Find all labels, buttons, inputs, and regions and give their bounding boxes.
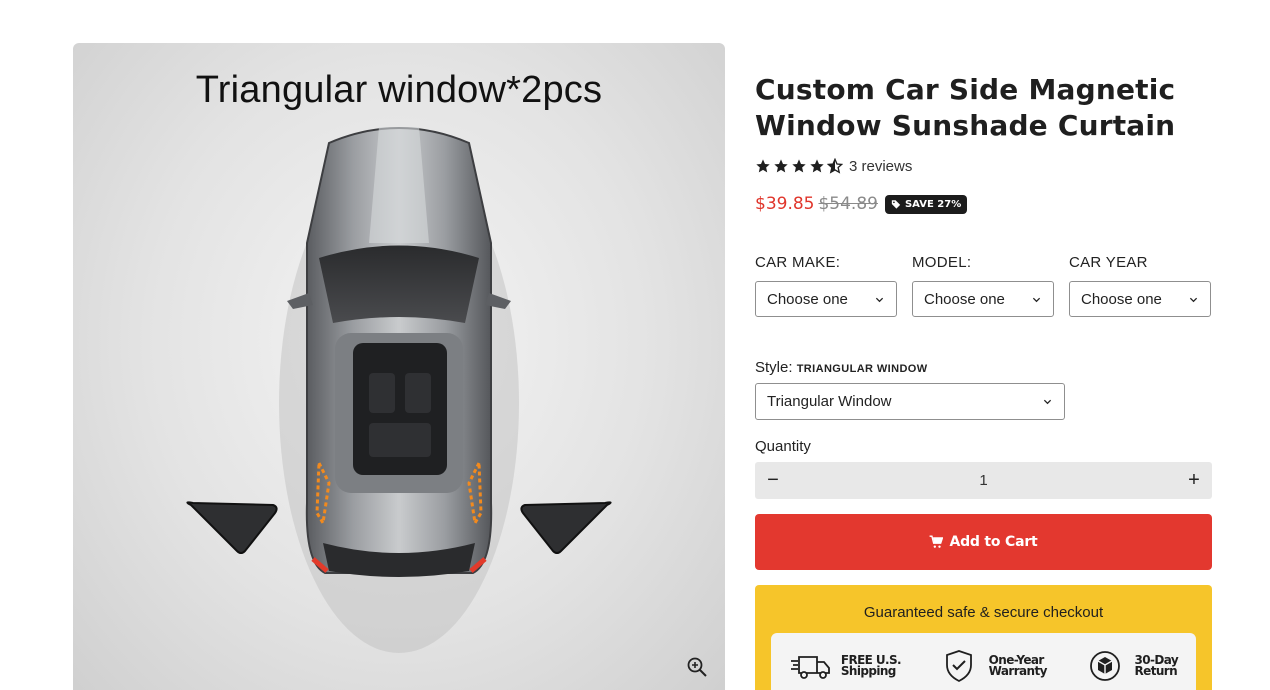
car-make-select[interactable]: Choose one xyxy=(755,281,897,317)
tag-icon xyxy=(891,200,901,209)
product-title: Custom Car Side Magnetic Window Sunshade… xyxy=(755,72,1212,144)
truck-icon xyxy=(790,656,830,679)
product-info: Custom Car Side Magnetic Window Sunshade… xyxy=(755,72,1212,690)
car-make-label: CAR MAKE: xyxy=(755,254,841,271)
secure-checkout-box: Guaranteed safe & secure checkout FREE U… xyxy=(755,585,1212,690)
star-full-icon xyxy=(792,159,806,173)
style-label-text: Style: xyxy=(755,359,793,376)
badge-line2: Return xyxy=(1134,664,1178,678)
quantity-decrease-button[interactable]: − xyxy=(755,462,791,499)
chevron-down-icon xyxy=(1032,297,1041,303)
warranty-text: One-Year Warranty xyxy=(988,654,1048,678)
star-half-icon xyxy=(827,158,843,174)
chevron-down-icon xyxy=(1043,399,1052,405)
style-current-value: TRIANGULAR WINDOW xyxy=(796,363,928,375)
box-return-icon xyxy=(1089,651,1120,681)
car-make-value: Choose one xyxy=(767,290,848,308)
car-year-select[interactable]: Choose one xyxy=(1069,281,1211,317)
cart-icon xyxy=(930,535,944,548)
return-badge: 30-Day Return xyxy=(1083,649,1179,683)
shield-check-icon xyxy=(945,650,972,683)
model-label: MODEL: xyxy=(912,254,972,271)
star-full-icon xyxy=(756,159,770,173)
star-rating xyxy=(755,158,843,174)
product-rating[interactable]: 3 reviews xyxy=(755,156,1212,176)
badge-line2: Warranty xyxy=(988,664,1048,678)
free-shipping-text: FREE U.S. Shipping xyxy=(840,654,902,678)
quantity-input[interactable]: 1 xyxy=(979,472,987,489)
car-year-value: Choose one xyxy=(1081,290,1162,308)
car-year-label: CAR YEAR xyxy=(1069,254,1148,271)
car-year-group: CAR YEAR Choose one xyxy=(1069,254,1211,317)
secure-checkout-title: Guaranteed safe & secure checkout xyxy=(863,604,1104,621)
style-select-value: Triangular Window xyxy=(767,393,892,410)
chevron-down-icon xyxy=(875,297,884,303)
add-to-cart-button[interactable]: Add to Cart xyxy=(755,514,1212,570)
sale-price: $39.85 xyxy=(755,194,815,214)
model-group: MODEL: Choose one xyxy=(912,254,1054,317)
zoom-in-icon[interactable] xyxy=(685,655,709,679)
chevron-down-icon xyxy=(1189,297,1198,303)
quantity-stepper: − 1 + xyxy=(755,462,1212,499)
quantity-increase-button[interactable]: + xyxy=(1176,462,1212,499)
badge-line2: Shipping xyxy=(840,664,897,678)
product-title-line2: Window Sunshade Curtain xyxy=(755,109,1176,142)
model-select[interactable]: Choose one xyxy=(912,281,1054,317)
star-full-icon xyxy=(810,159,824,173)
star-full-icon xyxy=(774,159,788,173)
vehicle-selectors: CAR MAKE: Choose one MODEL: Choose one C… xyxy=(755,254,1212,317)
product-title-line1: Custom Car Side Magnetic xyxy=(755,73,1176,106)
save-badge-label: SAVE 27% xyxy=(904,198,962,210)
car-sunshade-illustration xyxy=(186,127,612,653)
price-row: $39.85 $54.89 SAVE 27% xyxy=(755,192,1212,216)
style-label: Style: TRIANGULAR WINDOW xyxy=(755,359,1212,377)
compare-price: $54.89 xyxy=(818,194,878,214)
product-page: Triangular window*2pcs Custom Car Side M… xyxy=(0,0,1270,690)
model-value: Choose one xyxy=(924,290,1005,308)
style-select[interactable]: Triangular Window xyxy=(755,383,1065,420)
save-badge: SAVE 27% xyxy=(884,194,968,214)
warranty-badge: One-Year Warranty xyxy=(937,649,1047,683)
return-text: 30-Day Return xyxy=(1134,654,1179,678)
reviews-link[interactable]: 3 reviews xyxy=(849,158,912,175)
trust-badges: FREE U.S. Shipping One-Year Warranty 30-… xyxy=(771,633,1196,690)
car-make-group: CAR MAKE: Choose one xyxy=(755,254,897,317)
free-shipping-badge: FREE U.S. Shipping xyxy=(789,649,902,683)
add-to-cart-label: Add to Cart xyxy=(949,534,1038,550)
product-image[interactable]: Triangular window*2pcs xyxy=(73,43,725,690)
quantity-label: Quantity xyxy=(755,438,811,455)
